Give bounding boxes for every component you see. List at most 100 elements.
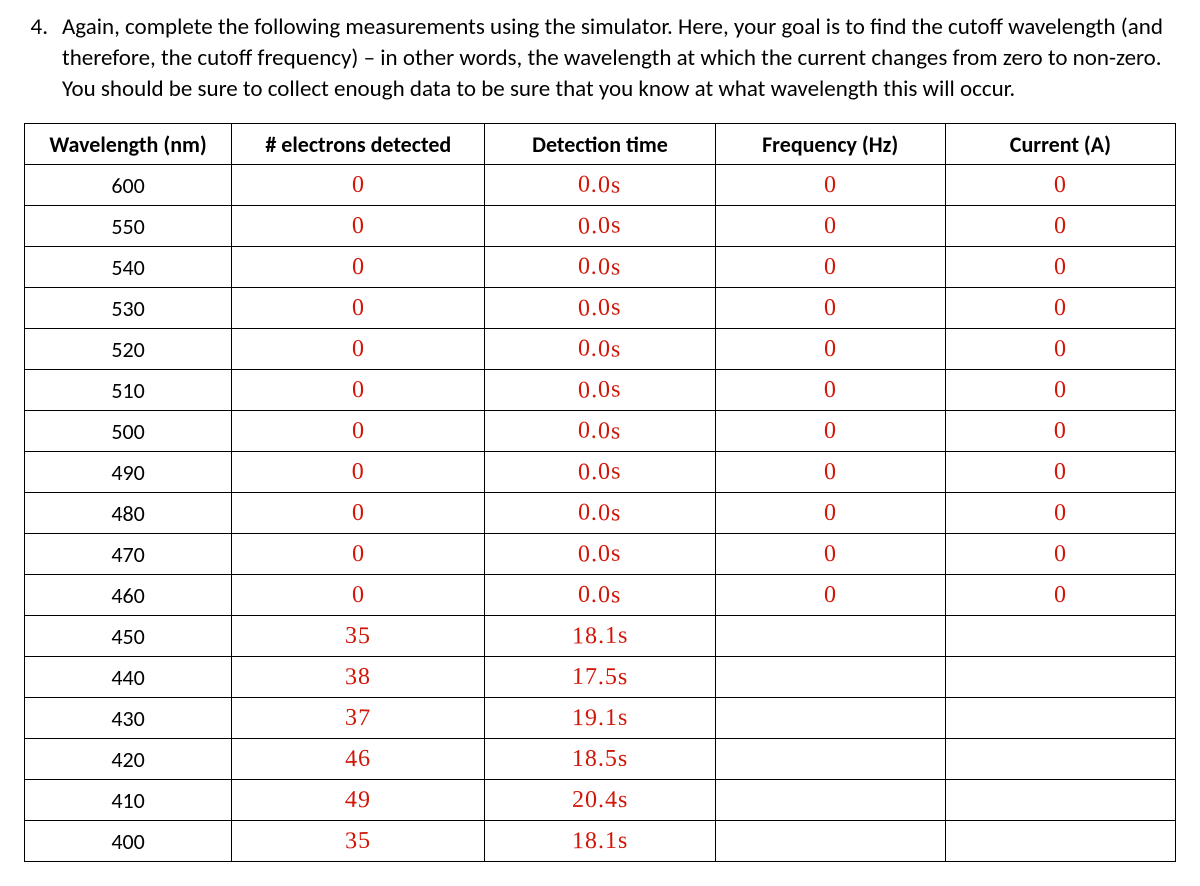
- handwritten-value: 0.0s: [578, 294, 622, 322]
- handwritten-value: 0: [1054, 500, 1067, 527]
- cell-time: 20.4s: [485, 780, 715, 821]
- handwritten-value: 35: [345, 623, 372, 650]
- table-row: 51000.0s00: [25, 370, 1176, 411]
- cell-wavelength: 500: [25, 411, 232, 452]
- handwritten-value: 0: [824, 213, 837, 240]
- cell-frequency: 0: [715, 247, 945, 288]
- cell-time: 0.0s: [485, 206, 715, 247]
- cell-value: 480: [111, 500, 144, 527]
- table-row: 50000.0s00: [25, 411, 1176, 452]
- cell-current: 0: [945, 288, 1175, 329]
- cell-frequency: [715, 739, 945, 780]
- cell-value: 490: [111, 459, 144, 486]
- cell-frequency: 0: [715, 165, 945, 206]
- cell-value: 400: [111, 828, 144, 855]
- cell-frequency: 0: [715, 452, 945, 493]
- cell-current: 0: [945, 411, 1175, 452]
- handwritten-value: 0.0s: [578, 417, 622, 445]
- cell-time: 0.0s: [485, 452, 715, 493]
- handwritten-value: 0: [1054, 418, 1067, 445]
- handwritten-value: 0: [823, 582, 837, 609]
- question-block: 4. Again, complete the following measure…: [24, 12, 1176, 105]
- handwritten-value: 0.0s: [578, 212, 622, 240]
- handwritten-value: 0: [824, 172, 837, 199]
- cell-value: 460: [111, 582, 144, 609]
- handwritten-value: 0: [1054, 172, 1068, 199]
- handwritten-value: 0: [823, 541, 837, 568]
- cell-current: 0: [945, 206, 1175, 247]
- cell-wavelength: 530: [25, 288, 232, 329]
- table-row: 46000.0s00: [25, 575, 1176, 616]
- col-wavelength: Wavelength (nm): [25, 124, 232, 165]
- table-row: 4204618.5s: [25, 739, 1176, 780]
- cell-time: 18.1s: [485, 821, 715, 862]
- cell-electrons: 46: [232, 739, 485, 780]
- cell-current: [945, 657, 1175, 698]
- cell-wavelength: 510: [25, 370, 232, 411]
- cell-electrons: 0: [232, 288, 485, 329]
- cell-electrons: 35: [232, 821, 485, 862]
- cell-current: [945, 698, 1175, 739]
- cell-wavelength: 460: [25, 575, 232, 616]
- handwritten-value: 0: [352, 459, 365, 486]
- cell-frequency: [715, 698, 945, 739]
- cell-wavelength: 600: [25, 165, 232, 206]
- handwritten-value: 37: [345, 705, 372, 733]
- cell-time: 0.0s: [485, 165, 715, 206]
- handwritten-value: 0.0s: [578, 500, 622, 528]
- handwritten-value: 0: [823, 500, 837, 527]
- handwritten-value: 0: [352, 377, 365, 404]
- cell-current: 0: [945, 452, 1175, 493]
- col-frequency: Frequency (Hz): [715, 124, 945, 165]
- handwritten-value: 0: [1054, 541, 1067, 568]
- table-row: 54000.0s00: [25, 247, 1176, 288]
- question-number: 4.: [24, 12, 48, 43]
- cell-current: [945, 780, 1175, 821]
- cell-time: 18.1s: [485, 616, 715, 657]
- cell-value: 440: [111, 664, 144, 691]
- table-header-row: Wavelength (nm) # electrons detected Det…: [25, 124, 1176, 165]
- table-row: 600 0 0.0s 0 0: [25, 165, 1176, 206]
- cell-current: [945, 821, 1175, 862]
- cell-current: [945, 739, 1175, 780]
- handwritten-value: 0: [823, 254, 836, 281]
- table-row: 47000.0s00: [25, 534, 1176, 575]
- cell-electrons: 35: [232, 616, 485, 657]
- table-row: 52000.0s00: [25, 329, 1176, 370]
- cell-frequency: [715, 821, 945, 862]
- cell-electrons: 0: [232, 534, 485, 575]
- handwritten-value: 0: [1054, 254, 1068, 281]
- cell-electrons: 0: [232, 247, 485, 288]
- handwritten-value: 35: [345, 828, 372, 856]
- table-row: 410 49 20.4s: [25, 780, 1176, 821]
- cell-frequency: [715, 657, 945, 698]
- cell-wavelength: 480: [25, 493, 232, 534]
- cell-frequency: [715, 780, 945, 821]
- handwritten-value: 18.5s: [572, 746, 628, 773]
- handwritten-value: 49: [345, 787, 372, 815]
- handwritten-value: 0: [351, 172, 365, 199]
- handwritten-value: 0.0s: [578, 541, 622, 569]
- handwritten-value: 0: [823, 336, 837, 363]
- col-current: Current (A): [945, 124, 1175, 165]
- cell-value: 410: [111, 787, 144, 814]
- cell-time: 0.0s: [485, 534, 715, 575]
- cell-wavelength: 400: [25, 821, 232, 862]
- cell-frequency: 0: [715, 288, 945, 329]
- handwritten-value: 0.0s: [578, 459, 622, 487]
- handwritten-value: 0: [1054, 336, 1067, 363]
- cell-value: 600: [111, 172, 144, 199]
- cell-electrons: 0: [232, 370, 485, 411]
- cell-frequency: 0: [715, 370, 945, 411]
- cell-electrons: 0: [232, 452, 485, 493]
- cell-value: 450: [111, 623, 144, 650]
- cell-time: 0.0s: [485, 575, 715, 616]
- table-row: 4303719.1s: [25, 698, 1176, 739]
- handwritten-value: 0: [352, 295, 366, 322]
- handwritten-value: 0: [823, 459, 837, 486]
- col-electrons: # electrons detected: [232, 124, 485, 165]
- cell-frequency: 0: [715, 329, 945, 370]
- cell-frequency: 0: [715, 534, 945, 575]
- cell-value: 500: [111, 418, 144, 445]
- handwritten-value: 0.0s: [578, 376, 622, 404]
